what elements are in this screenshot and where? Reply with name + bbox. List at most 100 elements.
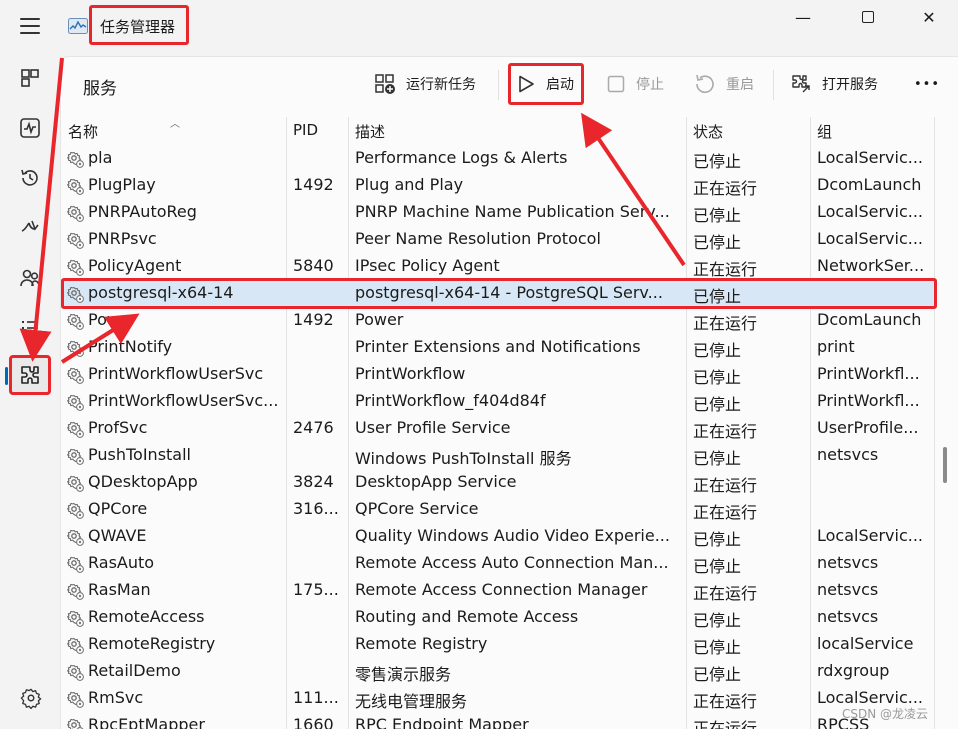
- service-pid-cell: 175...: [293, 580, 339, 599]
- service-name-cell: PNRPAutoReg: [88, 202, 197, 221]
- table-row[interactable]: QWAVE Quality Windows Audio Video Experie…: [61, 524, 937, 551]
- service-gear-icon: [67, 529, 84, 546]
- service-group-cell: UserProfile...: [817, 418, 919, 437]
- service-name-cell: PushToInstall: [88, 445, 191, 464]
- table-row[interactable]: PrintWorkflowUserSvc PrintWorkflow 已停止 Prin…: [61, 362, 937, 389]
- table-row[interactable]: ProfSvc 2476 User Profile Service 正在运行 UserP…: [61, 416, 937, 443]
- services-icon: [21, 366, 39, 384]
- table-row[interactable]: PolicyAgent 5840 IPsec Policy Agent 正在运行 Net…: [61, 254, 937, 281]
- service-gear-icon: [67, 502, 84, 519]
- column-header-status[interactable]: 状态: [693, 121, 723, 142]
- service-description-cell: 零售演示服务: [355, 665, 452, 684]
- service-status-cell: 已停止: [693, 206, 742, 225]
- service-description-cell: Windows PushToInstall 服务: [355, 449, 572, 468]
- hamburger-icon[interactable]: [20, 18, 40, 34]
- table-row[interactable]: RasMan 175... Remote Access Connection Man…: [61, 578, 937, 605]
- service-group-cell: LocalServic...: [817, 526, 924, 545]
- service-name-cell: RasMan: [88, 580, 151, 599]
- restart-label: 重启: [726, 77, 754, 93]
- table-row[interactable]: QDesktopApp 3824 DesktopApp Service 正在运行: [61, 470, 937, 497]
- restart-button[interactable]: 重启: [694, 67, 754, 101]
- close-button[interactable]: ✕: [906, 8, 952, 28]
- service-status-cell: 已停止: [693, 638, 742, 657]
- table-row[interactable]: PrintWorkflowUserSvc... PrintWorkflow_f40…: [61, 389, 937, 416]
- service-group-cell: PrintWorkfl...: [817, 364, 920, 383]
- table-row[interactable]: RasAuto Remote Access Auto Connection Man…: [61, 551, 937, 578]
- table-row[interactable]: RemoteRegistry Remote Registry 已停止 localSer…: [61, 632, 937, 659]
- app-history-icon[interactable]: [18, 166, 42, 190]
- table-row[interactable]: PrintNotify Printer Extensions and Notifi…: [61, 335, 937, 362]
- details-icon[interactable]: [18, 316, 42, 340]
- maximize-button[interactable]: [845, 8, 891, 28]
- service-description-cell: Plug and Play: [355, 175, 464, 194]
- service-name-cell: PNRPsvc: [88, 229, 157, 248]
- service-description-cell: Peer Name Resolution Protocol: [355, 229, 601, 248]
- table-row[interactable]: RpcEptMapper 1660 RPC Endpoint Mapper 正在运行 R…: [61, 713, 937, 729]
- service-status-cell: 已停止: [693, 341, 742, 360]
- service-name-cell: PolicyAgent: [88, 256, 182, 275]
- table-row[interactable]: PNRPsvc Peer Name Resolution Protocol 已停止 L…: [61, 227, 937, 254]
- table-row[interactable]: RmSvc 111... 无线电管理服务 正在运行 LocalServic...: [61, 686, 937, 713]
- table-row[interactable]: Power 1492 Power 正在运行 DcomLaunch: [61, 308, 937, 335]
- service-name-cell: QWAVE: [88, 526, 147, 545]
- service-name-cell: RpcEptMapper: [88, 715, 205, 729]
- column-header-group[interactable]: 组: [817, 121, 832, 142]
- more-options-button[interactable]: •••: [914, 67, 940, 101]
- stop-button[interactable]: 停止: [606, 67, 664, 101]
- service-group-cell: print: [817, 337, 855, 356]
- service-status-cell: 正在运行: [693, 260, 758, 279]
- column-header-description[interactable]: 描述: [355, 121, 385, 142]
- active-nav-indicator: [5, 367, 8, 385]
- services-nav-item[interactable]: [9, 355, 51, 395]
- service-pid-cell: 3824: [293, 472, 334, 491]
- service-status-cell: 正在运行: [693, 503, 758, 522]
- service-name-cell: PlugPlay: [88, 175, 156, 194]
- service-description-cell: PrintWorkflow: [355, 364, 466, 383]
- settings-icon[interactable]: [20, 687, 42, 709]
- toolbar-separator: [773, 70, 774, 100]
- users-icon[interactable]: [18, 266, 42, 290]
- service-pid-cell: 1492: [293, 310, 334, 329]
- run-new-task-label: 运行新任务: [406, 77, 476, 93]
- service-status-cell: 已停止: [693, 395, 742, 414]
- column-header-name[interactable]: 名称: [68, 121, 98, 142]
- table-row[interactable]: PushToInstall Windows PushToInstall 服务 已停止…: [61, 443, 937, 470]
- table-row[interactable]: PNRPAutoReg PNRP Machine Name Publication…: [61, 200, 937, 227]
- processes-icon[interactable]: [18, 66, 42, 90]
- service-pid-cell: 1492: [293, 175, 334, 194]
- service-status-cell: 正在运行: [693, 179, 758, 198]
- service-status-cell: 已停止: [693, 152, 742, 171]
- service-status-cell: 正在运行: [693, 314, 758, 333]
- service-status-cell: 正在运行: [693, 422, 758, 441]
- service-name-cell: PrintWorkflowUserSvc...: [88, 391, 279, 410]
- service-name-cell: RemoteRegistry: [88, 634, 216, 653]
- service-status-cell: 已停止: [693, 557, 742, 576]
- column-header-pid[interactable]: PID: [293, 121, 318, 139]
- minimize-button[interactable]: —: [780, 8, 826, 28]
- service-group-cell: netsvcs: [817, 553, 879, 572]
- service-gear-icon: [67, 367, 84, 384]
- service-group-cell: rdxgroup: [817, 661, 890, 680]
- service-description-cell: 无线电管理服务: [355, 692, 468, 711]
- maximize-icon: [862, 11, 874, 23]
- table-row[interactable]: RemoteAccess Routing and Remote Access 已停止…: [61, 605, 937, 632]
- window-title: 任务管理器: [100, 18, 176, 36]
- startup-apps-icon[interactable]: [18, 216, 42, 240]
- sort-ascending-icon: ︿: [170, 119, 180, 130]
- service-pid-cell: 1660: [293, 715, 334, 729]
- service-gear-icon: [67, 151, 84, 168]
- service-group-cell: NetworkSer...: [817, 256, 925, 275]
- watermark: CSDN @龙凌云: [842, 707, 929, 721]
- vertical-scrollbar-thumb[interactable]: [943, 447, 947, 483]
- run-new-task-button[interactable]: 运行新任务: [374, 67, 476, 101]
- table-row[interactable]: QPCore 316... QPCore Service 正在运行: [61, 497, 937, 524]
- service-gear-icon: [67, 448, 84, 465]
- service-name-cell: PrintWorkflowUserSvc: [88, 364, 264, 383]
- table-row[interactable]: RetailDemo 零售演示服务 已停止 rdxgroup: [61, 659, 937, 686]
- table-row[interactable]: PlugPlay 1492 Plug and Play 正在运行 DcomLaunch: [61, 173, 937, 200]
- service-gear-icon: [67, 313, 84, 330]
- performance-icon[interactable]: [18, 116, 42, 140]
- open-services-button[interactable]: 打开服务: [790, 67, 878, 101]
- service-gear-icon: [67, 475, 84, 492]
- table-row[interactable]: pla Performance Logs & Alerts 已停止 LocalServ…: [61, 146, 937, 173]
